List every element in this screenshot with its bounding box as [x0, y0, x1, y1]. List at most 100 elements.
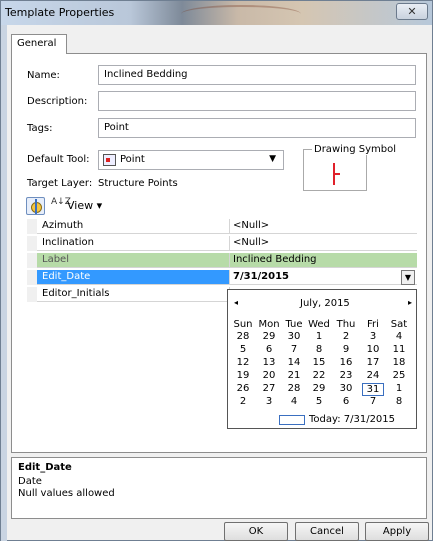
calendar-day[interactable]: 14 — [283, 357, 305, 368]
property-value[interactable]: <Null> — [230, 219, 417, 234]
name-label: Name: — [27, 70, 60, 81]
calendar-day[interactable]: 28 — [283, 383, 305, 394]
calendar-day[interactable]: 21 — [283, 370, 305, 381]
calendar-day[interactable]: 8 — [308, 344, 330, 355]
property-row[interactable]: Edit_Date 7/31/2015 ▼ — [27, 270, 417, 285]
calendar-day[interactable]: 23 — [335, 370, 357, 381]
day-header: Sun — [233, 319, 253, 330]
calendar-day[interactable]: 30 — [283, 331, 305, 342]
calendar-day[interactable]: 10 — [362, 344, 384, 355]
date-picker-calendar: ◂ July, 2015 ▸ Today: 7/31/2015 Sun Mon Tu… — [227, 289, 417, 429]
selected-day[interactable]: 31 — [362, 383, 384, 396]
calendar-day[interactable]: 16 — [335, 357, 357, 368]
property-description-box: Edit_Date Date Null values allowed — [11, 457, 427, 519]
property-value[interactable]: Inclined Bedding — [230, 253, 417, 268]
row-gutter — [27, 287, 37, 302]
calendar-month-title[interactable]: July, 2015 — [300, 298, 350, 309]
window-border — [1, 25, 7, 541]
today-link[interactable]: Today: 7/31/2015 — [309, 414, 395, 425]
calendar-day[interactable]: 12 — [232, 357, 254, 368]
calendar-day[interactable]: 30 — [335, 383, 357, 394]
row-gutter — [27, 270, 37, 285]
calendar-day[interactable]: 18 — [388, 357, 410, 368]
previous-month-icon[interactable]: ◂ — [234, 298, 238, 307]
calendar-day[interactable]: 22 — [308, 370, 330, 381]
calendar-day[interactable]: 7 — [362, 396, 384, 407]
name-field[interactable]: Inclined Bedding — [98, 65, 416, 85]
tab-general[interactable]: General — [11, 34, 67, 54]
property-name: Label — [37, 253, 230, 268]
today-marker-icon — [279, 415, 305, 425]
calendar-day[interactable]: 5 — [232, 344, 254, 355]
day-header: Fri — [367, 319, 379, 330]
property-row[interactable]: Azimuth <Null> — [27, 219, 417, 234]
property-value[interactable]: <Null> — [230, 236, 417, 251]
window-title: Template Properties — [5, 6, 115, 19]
calendar-day[interactable]: 19 — [232, 370, 254, 381]
day-header: Sat — [390, 319, 408, 330]
default-tool-dropdown[interactable]: Point ▼ — [98, 150, 284, 170]
cancel-button[interactable]: Cancel — [295, 522, 359, 541]
calendar-day[interactable]: 1 — [308, 331, 330, 342]
day-header: Wed — [308, 319, 330, 330]
property-name: Editor_Initials — [37, 287, 230, 302]
calendar-day[interactable]: 1 — [388, 383, 410, 394]
calendar-day[interactable]: 9 — [335, 344, 357, 355]
chevron-down-icon: ▼ — [269, 154, 276, 164]
calendar-day[interactable]: 5 — [308, 396, 330, 407]
calendar-day[interactable]: 2 — [335, 331, 357, 342]
strike-dip-tick-icon — [334, 173, 340, 175]
calendar-day[interactable]: 11 — [388, 344, 410, 355]
description-nullable: Null values allowed — [18, 488, 115, 499]
ok-button[interactable]: OK — [224, 522, 288, 541]
calendar-day[interactable]: 3 — [362, 331, 384, 342]
calendar-day[interactable]: 20 — [258, 370, 280, 381]
calendar-day[interactable]: 6 — [258, 344, 280, 355]
calendar-day[interactable]: 7 — [283, 344, 305, 355]
calendar-day[interactable]: 29 — [308, 383, 330, 394]
tags-label: Tags: — [27, 123, 53, 134]
target-layer-value: Structure Points — [98, 178, 178, 189]
property-name: Inclination — [37, 236, 230, 251]
categorize-icon[interactable] — [26, 197, 45, 215]
calendar-day[interactable]: 24 — [362, 370, 384, 381]
sort-alphabetical-icon[interactable]: A↓Z — [51, 198, 71, 207]
template-properties-window: Template Properties ✕ General Name: Incl… — [0, 0, 433, 541]
calendar-day[interactable]: 4 — [283, 396, 305, 407]
calendar-day[interactable]: 27 — [258, 383, 280, 394]
tags-field[interactable]: Point — [98, 118, 416, 138]
calendar-day[interactable]: 25 — [388, 370, 410, 381]
chevron-down-icon: ▾ — [96, 199, 103, 212]
property-name: Azimuth — [37, 219, 230, 234]
calendar-day[interactable]: 3 — [258, 396, 280, 407]
row-gutter — [27, 219, 37, 234]
calendar-day[interactable]: 13 — [258, 357, 280, 368]
calendar-day[interactable]: 26 — [232, 383, 254, 394]
calendar-day[interactable]: 4 — [388, 331, 410, 342]
close-button[interactable]: ✕ — [396, 3, 428, 20]
property-name: Edit_Date — [37, 270, 230, 285]
property-value[interactable]: 7/31/2015 — [230, 270, 417, 285]
next-month-icon[interactable]: ▸ — [408, 298, 412, 307]
calendar-day[interactable]: 28 — [232, 331, 254, 342]
drawing-symbol-preview[interactable] — [303, 149, 367, 191]
description-field[interactable] — [98, 91, 416, 111]
calendar-day[interactable]: 29 — [258, 331, 280, 342]
calendar-day[interactable]: 15 — [308, 357, 330, 368]
date-dropdown-button[interactable]: ▼ — [401, 270, 415, 285]
row-gutter — [27, 253, 37, 268]
point-tool-icon — [103, 154, 116, 166]
title-bar[interactable]: Template Properties ✕ — [1, 1, 432, 25]
day-header: Thu — [336, 319, 356, 330]
apply-button[interactable]: Apply — [365, 522, 429, 541]
property-row[interactable]: Inclination <Null> — [27, 236, 417, 251]
view-dropdown-button[interactable]: View ▾ — [67, 199, 102, 212]
day-header: Mon — [258, 319, 280, 330]
view-label: View — [67, 199, 94, 212]
calendar-day[interactable]: 17 — [362, 357, 384, 368]
calendar-day[interactable]: 8 — [388, 396, 410, 407]
calendar-day[interactable]: 2 — [232, 396, 254, 407]
day-header: Tue — [285, 319, 303, 330]
calendar-day[interactable]: 6 — [335, 396, 357, 407]
property-row[interactable]: Label Inclined Bedding — [27, 253, 417, 268]
